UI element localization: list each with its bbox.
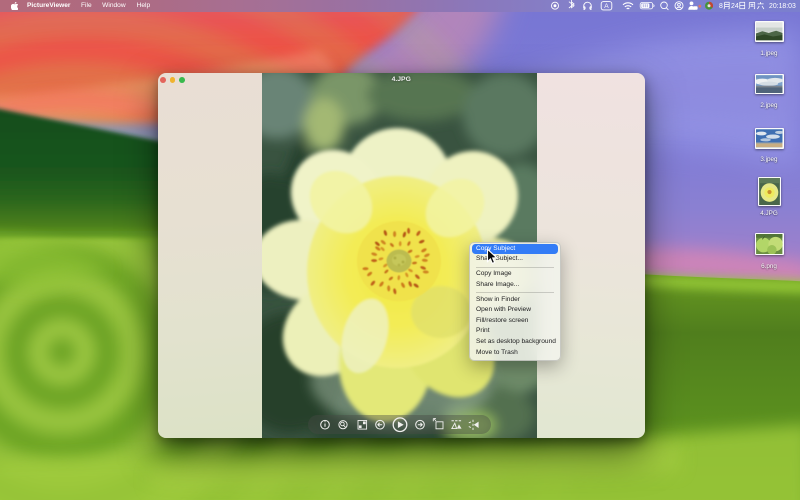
svg-text:24: 24 — [731, 3, 739, 10]
svg-text:20:18:03: 20:18:03 — [769, 3, 796, 10]
svg-text:A: A — [604, 3, 609, 10]
svg-text:8: 8 — [719, 3, 723, 10]
